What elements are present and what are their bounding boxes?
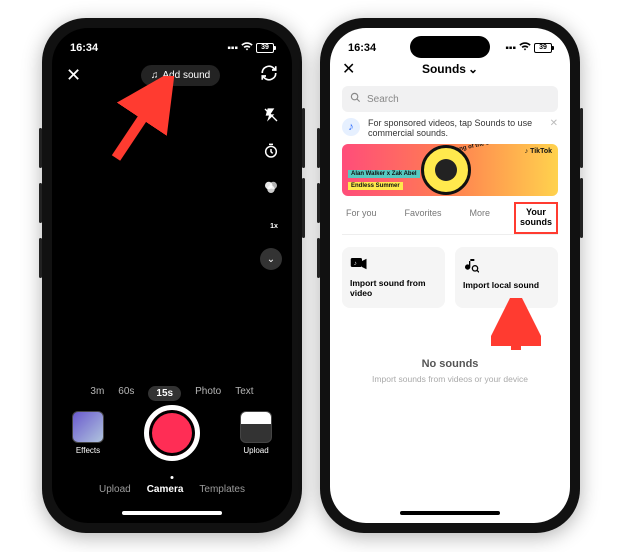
- promo-tag-song: Endless Summer: [348, 182, 403, 190]
- duration-3m[interactable]: 3m: [90, 386, 104, 401]
- search-input[interactable]: Search: [342, 86, 558, 112]
- wifi-icon: [241, 42, 253, 54]
- device-notch: [132, 36, 212, 58]
- upload-label: Upload: [243, 446, 268, 455]
- mode-indicator-dot: [171, 476, 174, 479]
- duration-text[interactable]: Text: [235, 386, 253, 401]
- status-time: 16:34: [70, 42, 98, 54]
- search-icon: [350, 92, 361, 106]
- video-sound-icon: ♪: [350, 257, 437, 274]
- duration-photo[interactable]: Photo: [195, 386, 221, 401]
- sounds-screen: 16:34 ▪▪▪ 39 ✕ Sounds ⌄ Search ♪: [330, 28, 570, 523]
- flip-camera-icon[interactable]: [260, 64, 278, 87]
- promo-avatar: [435, 159, 457, 181]
- annotation-arrow-2: [491, 298, 541, 358]
- empty-subtitle: Import sounds from videos or your device: [330, 374, 570, 384]
- device-notch: [410, 36, 490, 58]
- empty-state: No sounds Import sounds from videos or y…: [330, 358, 570, 384]
- filters-icon[interactable]: [260, 176, 282, 198]
- info-text: For sponsored videos, tap Sounds to use …: [368, 118, 558, 138]
- mode-camera[interactable]: Camera: [147, 484, 184, 495]
- duration-selector: 3m 60s 15s Photo Text: [52, 386, 292, 401]
- promo-banner[interactable]: song of the summer ♪ TikTok Alan Walker …: [342, 144, 558, 196]
- annotation-arrow-1: [108, 76, 178, 166]
- chevron-down-icon[interactable]: ⌄: [260, 248, 282, 270]
- camera-tools: 1x ⌄: [260, 104, 282, 270]
- effects-button[interactable]: Effects: [72, 411, 104, 455]
- import-video-label: Import sound from video: [350, 278, 437, 298]
- duration-60s[interactable]: 60s: [118, 386, 134, 401]
- tab-for-you[interactable]: For you: [342, 202, 381, 234]
- home-indicator: [400, 511, 500, 515]
- empty-title: No sounds: [330, 358, 570, 370]
- local-sound-icon: [463, 257, 550, 276]
- status-icons: ▪▪▪ 39: [227, 42, 274, 54]
- upload-thumb: [240, 411, 272, 443]
- promo-tag-artist: Alan Walker x Zak Abel: [348, 170, 420, 178]
- timer-icon[interactable]: [260, 140, 282, 162]
- search-placeholder: Search: [367, 94, 399, 105]
- import-local-label: Import local sound: [463, 280, 550, 290]
- close-icon[interactable]: ✕: [66, 65, 81, 86]
- tab-favorites[interactable]: Favorites: [400, 202, 445, 234]
- effects-thumb: [72, 411, 104, 443]
- signal-icon: ▪▪▪: [505, 43, 516, 54]
- chevron-down-icon: ⌄: [468, 62, 478, 76]
- status-time: 16:34: [348, 42, 376, 54]
- page-title[interactable]: Sounds ⌄: [422, 62, 478, 76]
- tiktok-logo: ♪ TikTok: [525, 148, 552, 155]
- mode-selector: Upload Camera Templates: [52, 484, 292, 495]
- import-from-video-button[interactable]: ♪ Import sound from video: [342, 247, 445, 308]
- control-row: Effects Upload: [52, 405, 292, 461]
- duration-15s[interactable]: 15s: [148, 386, 181, 401]
- mode-templates[interactable]: Templates: [199, 484, 245, 495]
- info-icon: ♪: [342, 118, 360, 136]
- tab-your-sounds[interactable]: Yoursounds: [514, 202, 558, 234]
- flash-icon[interactable]: [260, 104, 282, 126]
- status-icons: ▪▪▪ 39: [505, 42, 552, 54]
- speed-icon[interactable]: 1x: [260, 212, 282, 234]
- mode-upload[interactable]: Upload: [99, 484, 131, 495]
- close-icon[interactable]: ✕: [342, 59, 355, 79]
- battery-icon: 39: [256, 43, 274, 53]
- signal-icon: ▪▪▪: [227, 43, 238, 54]
- tab-more[interactable]: More: [465, 202, 494, 234]
- home-indicator: [122, 511, 222, 515]
- svg-text:♪: ♪: [354, 261, 357, 267]
- close-banner-icon[interactable]: ✕: [550, 118, 558, 129]
- battery-icon: 39: [534, 43, 552, 53]
- upload-button[interactable]: Upload: [240, 411, 272, 455]
- wifi-icon: [519, 42, 531, 54]
- record-button[interactable]: [144, 405, 200, 461]
- info-banner: ♪ For sponsored videos, tap Sounds to us…: [342, 118, 558, 138]
- effects-label: Effects: [76, 446, 100, 455]
- tab-bar: For you Favorites More Yoursounds: [342, 202, 558, 235]
